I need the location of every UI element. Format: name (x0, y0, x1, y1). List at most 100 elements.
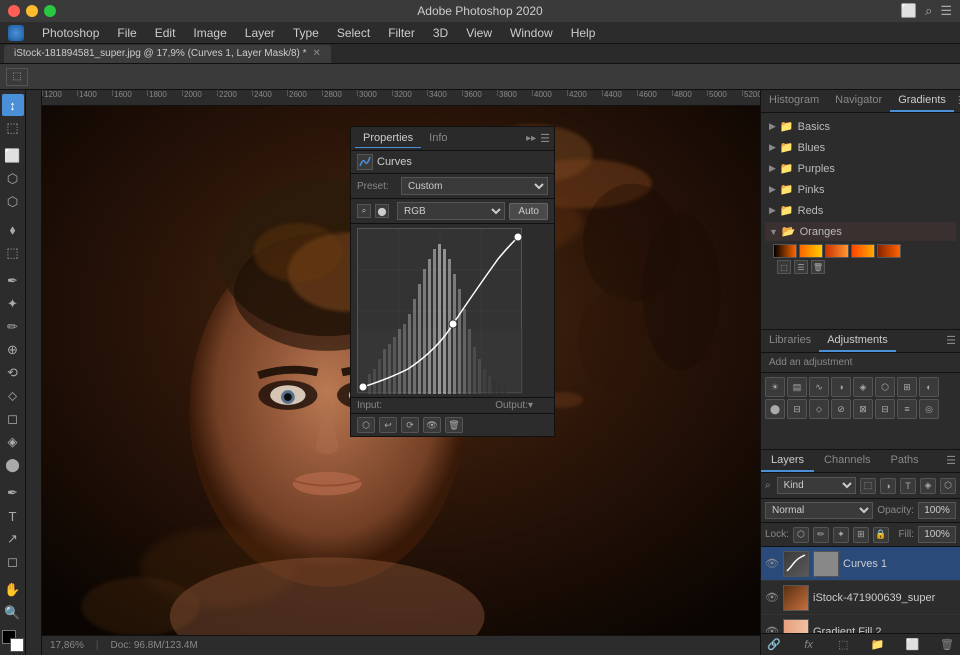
menu-filter[interactable]: Filter (380, 24, 423, 42)
gradient-group-header-oranges[interactable]: ▼ 📂 Oranges (765, 222, 956, 241)
menu-view[interactable]: View (458, 24, 500, 42)
tool-marquee[interactable]: ⬜ (2, 145, 24, 167)
add-mask-btn[interactable]: ⬚ (834, 637, 852, 653)
tab-gradients[interactable]: Gradients (890, 90, 954, 112)
tool-history-brush[interactable]: ⟲ (2, 362, 24, 384)
tab-channels[interactable]: Channels (814, 450, 880, 472)
adj-exposure[interactable]: ◑ (831, 377, 851, 397)
adj-photo-filter[interactable]: ⬤ (765, 399, 785, 419)
layer-eye-gradient[interactable]: 👁 (765, 625, 779, 633)
link-layers-btn[interactable]: 🔗 (765, 637, 783, 653)
adj-bw[interactable]: ◐ (919, 377, 939, 397)
tool-move[interactable]: ↕ (2, 94, 24, 116)
adj-gradient-map[interactable]: ≡ (897, 399, 917, 419)
layers-panel-menu[interactable]: ☰ (942, 450, 960, 472)
layer-eye-istock[interactable]: 👁 (765, 591, 779, 604)
layer-pixel-icon[interactable]: ⬚ (860, 478, 876, 494)
channel-select[interactable]: RGB (397, 202, 505, 220)
tool-zoom[interactable]: 🔍 (2, 602, 24, 624)
layer-row-gradient[interactable]: 👁 Gradient Fill 2 (761, 615, 960, 633)
layer-row-istock[interactable]: 👁 iStock-471900639_super (761, 581, 960, 615)
tool-dodge[interactable]: ⬤ (2, 454, 24, 476)
blend-mode-select[interactable]: Normal (765, 502, 873, 519)
tool-blur[interactable]: ◈ (2, 431, 24, 453)
menu-3d[interactable]: 3D (425, 24, 456, 42)
menu-photoshop[interactable]: Photoshop (34, 24, 107, 42)
adj-levels[interactable]: ▤ (787, 377, 807, 397)
gradient-group-header-reds[interactable]: ▶ 📁 Reds (765, 201, 956, 220)
fx-btn[interactable]: fx (800, 637, 818, 653)
tool-type[interactable]: T (2, 505, 24, 527)
color-swatch[interactable] (2, 630, 24, 652)
tool-gradient[interactable]: ◻ (2, 408, 24, 430)
tab-info[interactable]: Info (421, 129, 455, 148)
adj-color-balance[interactable]: ⊞ (897, 377, 917, 397)
preset-select[interactable]: Custom (401, 177, 548, 195)
adj-channel-mixer[interactable]: ⊟ (787, 399, 807, 419)
gradient-swatch-5[interactable] (877, 244, 901, 258)
fill-input[interactable] (918, 526, 956, 543)
swatch-list-icon[interactable]: ☰ (794, 260, 808, 274)
tab-navigator[interactable]: Navigator (827, 90, 890, 112)
adj-selective-color[interactable]: ◎ (919, 399, 939, 419)
tab-histogram[interactable]: Histogram (761, 90, 827, 112)
menu-layer[interactable]: Layer (237, 24, 283, 42)
tool-shape[interactable]: ◻ (2, 551, 24, 573)
io-toggle[interactable]: ▾ (528, 400, 548, 411)
lock-all[interactable]: 🔒 (873, 527, 889, 543)
channel-icon-1[interactable]: ⌕ (357, 204, 371, 218)
fullscreen-button[interactable] (44, 5, 56, 17)
tool-artboard[interactable]: ⬚ (2, 117, 24, 139)
adj-invert[interactable]: ⊘ (831, 399, 851, 419)
tab-adjustments[interactable]: Adjustments (819, 330, 896, 352)
tab-properties[interactable]: Properties (355, 129, 421, 148)
adj-color-lookup[interactable]: ⬦ (809, 399, 829, 419)
menu-file[interactable]: File (109, 24, 144, 42)
tab-layers[interactable]: Layers (761, 450, 814, 472)
panel-menu-icon[interactable]: ☰ (540, 132, 550, 145)
adj-hue[interactable]: ⬡ (875, 377, 895, 397)
canvas-content[interactable]: Properties Info ▸▸ ☰ Curves Preset: Cust… (42, 106, 760, 635)
tool-clone[interactable]: ⊕ (2, 339, 24, 361)
prev-state-button[interactable]: ↩ (379, 417, 397, 433)
menu-type[interactable]: Type (285, 24, 327, 42)
gradient-swatch-1[interactable] (773, 244, 797, 258)
layer-row-curves1[interactable]: 👁 Curves 1 (761, 547, 960, 581)
close-button[interactable] (8, 5, 20, 17)
layer-shape-icon[interactable]: ◈ (920, 478, 936, 494)
layer-type-icon[interactable]: T (900, 478, 916, 494)
tool-pen[interactable]: ✒ (2, 482, 24, 504)
document-tab-close[interactable]: ✕ (313, 48, 321, 59)
visibility-button[interactable]: 👁 (423, 417, 441, 433)
gradient-swatch-4[interactable] (851, 244, 875, 258)
layer-smart-icon[interactable]: ⬡ (940, 478, 956, 494)
auto-button[interactable]: Auto (509, 203, 548, 220)
tool-quick-select[interactable]: ⬡ (2, 191, 24, 213)
tool-hand[interactable]: ✋ (2, 579, 24, 601)
reset-button[interactable]: ⟳ (401, 417, 419, 433)
document-tab[interactable]: iStock-181894581_super.jpg @ 17,9% (Curv… (4, 45, 331, 63)
lock-pixels[interactable]: ✏ (813, 527, 829, 543)
tool-frame[interactable]: ⬚ (2, 242, 24, 264)
adj-threshold[interactable]: ⊟ (875, 399, 895, 419)
swatch-delete-icon[interactable]: 🗑 (811, 260, 825, 274)
curves-graph[interactable] (357, 228, 522, 393)
minimize-button[interactable] (26, 5, 38, 17)
gradient-swatch-3[interactable] (825, 244, 849, 258)
gradient-group-header-purples[interactable]: ▶ 📁 Purples (765, 159, 956, 178)
menu-select[interactable]: Select (329, 24, 378, 42)
tool-crop[interactable]: ⬧ (2, 219, 24, 241)
tool-path-select[interactable]: ↗ (2, 528, 24, 550)
adj-vibrance[interactable]: ◈ (853, 377, 873, 397)
new-group-btn[interactable]: 📁 (869, 637, 887, 653)
tool-heal[interactable]: ✦ (2, 293, 24, 315)
opacity-input[interactable] (918, 502, 956, 519)
tool-eyedropper[interactable]: ✒ (2, 270, 24, 292)
lock-position[interactable]: ✦ (833, 527, 849, 543)
tool-brush[interactable]: ✏ (2, 316, 24, 338)
menu-edit[interactable]: Edit (147, 24, 184, 42)
clip-button[interactable]: ⬡ (357, 417, 375, 433)
lock-artboard[interactable]: ⊞ (853, 527, 869, 543)
menu-window[interactable]: Window (502, 24, 561, 42)
delete-layer-btn[interactable]: 🗑 (938, 637, 956, 653)
